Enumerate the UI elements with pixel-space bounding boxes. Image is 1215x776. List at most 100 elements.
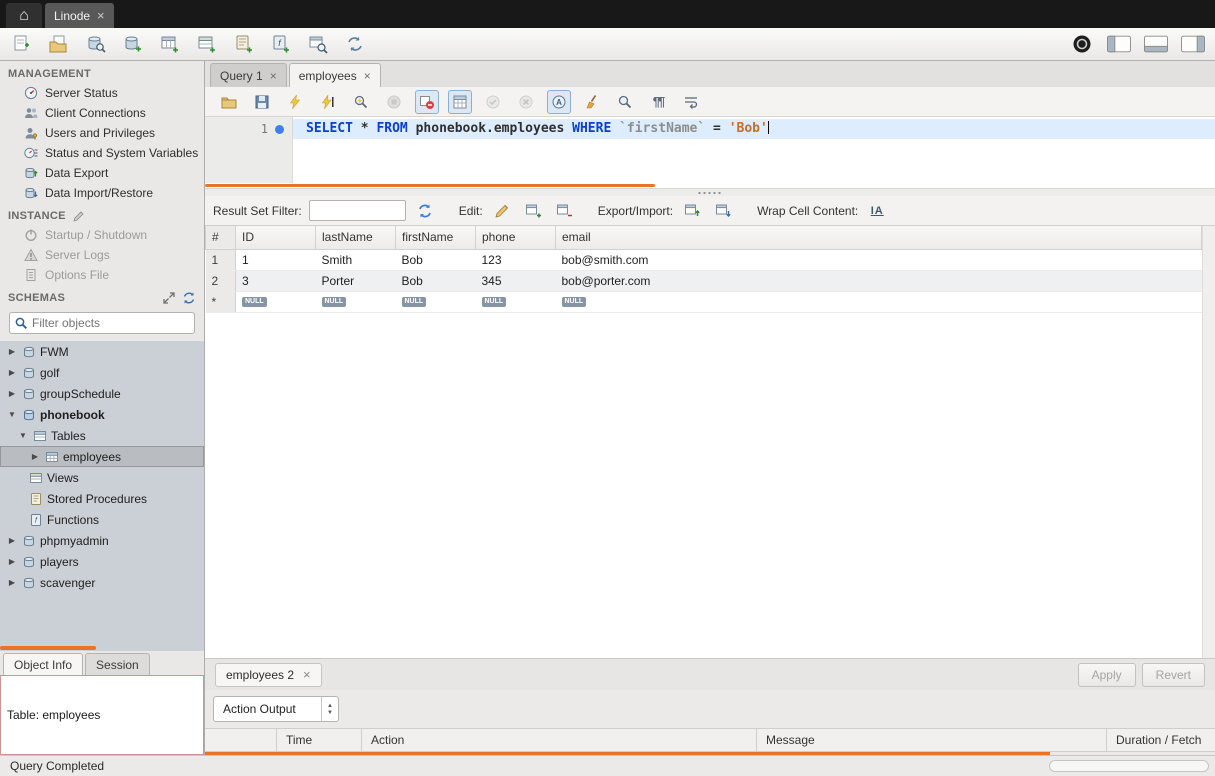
sidebar-item-data-import[interactable]: Data Import/Restore — [0, 183, 204, 203]
output-type-select[interactable]: Action Output ▲ ▼ — [213, 696, 339, 722]
close-icon[interactable]: × — [270, 70, 277, 82]
editor-horizontal-scrollbar[interactable] — [205, 183, 1215, 188]
import-records-icon[interactable] — [711, 199, 735, 223]
expander-icon[interactable]: ▼ — [6, 410, 18, 419]
expander-icon[interactable]: ▶ — [6, 578, 18, 587]
row-number-cell[interactable]: * — [206, 291, 236, 312]
tree-node-stored-procedures[interactable]: Stored Procedures — [0, 488, 204, 509]
cell-email[interactable]: NULL — [556, 291, 1202, 312]
schema-node-scavenger[interactable]: ▶ scavenger — [0, 572, 204, 593]
close-icon[interactable]: × — [303, 668, 311, 681]
expander-icon[interactable]: ▼ — [17, 431, 29, 440]
sql-editor[interactable]: 1 SELECT * FROM phonebook.employees WHER… — [205, 117, 1215, 183]
output-col-time[interactable]: Time — [277, 729, 362, 751]
statusbar-scrollbar[interactable] — [1049, 760, 1209, 772]
expander-icon[interactable]: ▶ — [6, 347, 18, 356]
close-icon[interactable]: × — [97, 9, 105, 22]
expander-icon[interactable]: ▶ — [29, 452, 41, 461]
tree-horizontal-scrollbar[interactable] — [0, 644, 204, 651]
schema-node-phonebook[interactable]: ▼ phonebook — [0, 404, 204, 425]
output-col-duration[interactable]: Duration / Fetch — [1107, 729, 1215, 751]
cell-firstname[interactable]: NULL — [396, 291, 476, 312]
limit-rows-icon[interactable] — [448, 90, 472, 114]
find-in-script-icon[interactable] — [613, 90, 637, 114]
expander-icon[interactable]: ▶ — [6, 536, 18, 545]
cell-id[interactable]: 1 — [236, 249, 316, 270]
refresh-schemas-icon[interactable] — [182, 291, 196, 305]
combo-spinner-icon[interactable]: ▲ ▼ — [321, 697, 338, 721]
revert-button[interactable]: Revert — [1142, 663, 1205, 687]
column-header-id[interactable]: ID — [236, 226, 316, 249]
expand-schemas-icon[interactable] — [162, 291, 176, 305]
new-sql-tab-icon[interactable] — [10, 32, 34, 56]
explain-query-icon[interactable] — [349, 90, 373, 114]
insert-row-icon[interactable] — [521, 199, 545, 223]
result-filter-input[interactable] — [309, 200, 406, 221]
schema-filter-input[interactable] — [32, 316, 190, 330]
row-number-cell[interactable]: 1 — [206, 249, 236, 270]
cell-phone[interactable]: 345 — [476, 270, 556, 291]
create-procedure-icon[interactable] — [232, 32, 256, 56]
cell-id[interactable]: NULL — [236, 291, 316, 312]
output-col-action[interactable]: Action — [362, 729, 757, 751]
expander-icon[interactable]: ▶ — [6, 368, 18, 377]
toggle-word-wrap-icon[interactable] — [679, 90, 703, 114]
expander-icon[interactable]: ▶ — [6, 557, 18, 566]
apply-button[interactable]: Apply — [1078, 663, 1136, 687]
sidebar-item-server-logs[interactable]: Server Logs — [0, 245, 204, 265]
sidebar-item-server-status[interactable]: Server Status — [0, 83, 204, 103]
workbench-status-icon[interactable] — [1070, 32, 1094, 56]
tree-node-functions[interactable]: f Functions — [0, 509, 204, 530]
cell-phone[interactable]: 123 — [476, 249, 556, 270]
editor-code-area[interactable]: SELECT * FROM phonebook.employees WHERE … — [293, 117, 1215, 183]
tree-node-employees[interactable]: ▶ employees — [0, 446, 204, 467]
save-script-icon[interactable] — [250, 90, 274, 114]
output-col-status[interactable] — [205, 729, 277, 751]
search-table-data-icon[interactable] — [306, 32, 330, 56]
column-header-lastname[interactable]: lastName — [316, 226, 396, 249]
open-sql-script-icon[interactable] — [47, 32, 71, 56]
stop-query-icon[interactable] — [382, 90, 406, 114]
row-number-cell[interactable]: 2 — [206, 270, 236, 291]
create-table-icon[interactable] — [158, 32, 182, 56]
toggle-autocommit-icon[interactable]: A — [547, 90, 571, 114]
cell-lastname[interactable]: Porter — [316, 270, 396, 291]
sql-line-1[interactable]: SELECT * FROM phonebook.employees WHERE … — [293, 119, 1215, 139]
create-schema-icon[interactable] — [121, 32, 145, 56]
editor-results-splitter[interactable] — [205, 188, 1215, 196]
grid-vertical-scrollbar[interactable] — [1202, 226, 1215, 658]
sidebar-item-startup-shutdown[interactable]: Startup / Shutdown — [0, 225, 204, 245]
sidebar-item-status-system-variables[interactable]: Status and System Variables — [0, 143, 204, 163]
sidebar-item-options-file[interactable]: Options File — [0, 265, 204, 285]
cell-id[interactable]: 3 — [236, 270, 316, 291]
open-script-icon[interactable] — [217, 90, 241, 114]
cell-phone[interactable]: NULL — [476, 291, 556, 312]
create-function-icon[interactable]: f — [269, 32, 293, 56]
close-icon[interactable]: × — [364, 70, 371, 82]
schema-node-golf[interactable]: ▶ golf — [0, 362, 204, 383]
scrollbar-thumb[interactable] — [0, 646, 96, 650]
schema-node-fwm[interactable]: ▶ FWM — [0, 341, 204, 362]
toggle-right-sidebar-icon[interactable] — [1181, 32, 1205, 56]
tab-object-info[interactable]: Object Info — [3, 653, 83, 675]
cell-lastname[interactable]: Smith — [316, 249, 396, 270]
beautify-script-icon[interactable] — [580, 90, 604, 114]
toggle-left-sidebar-icon[interactable] — [1107, 32, 1131, 56]
column-header-phone[interactable]: phone — [476, 226, 556, 249]
cell-lastname[interactable]: NULL — [316, 291, 396, 312]
tab-session[interactable]: Session — [85, 653, 150, 675]
cell-email[interactable]: bob@smith.com — [556, 249, 1202, 270]
edit-record-icon[interactable] — [490, 199, 514, 223]
tree-node-tables[interactable]: ▼ Tables — [0, 425, 204, 446]
schema-node-groupschedule[interactable]: ▶ groupSchedule — [0, 383, 204, 404]
refresh-results-icon[interactable] — [413, 199, 437, 223]
execute-current-statement-icon[interactable] — [316, 90, 340, 114]
schema-node-players[interactable]: ▶ players — [0, 551, 204, 572]
inspect-database-icon[interactable] — [84, 32, 108, 56]
create-view-icon[interactable] — [195, 32, 219, 56]
tab-employees[interactable]: employees × — [289, 63, 381, 87]
wrap-cell-content-icon[interactable]: IA — [865, 199, 889, 223]
output-col-message[interactable]: Message — [757, 729, 1107, 751]
tab-query-1[interactable]: Query 1 × — [210, 63, 287, 87]
connection-tab-linode[interactable]: Linode × — [45, 3, 114, 28]
